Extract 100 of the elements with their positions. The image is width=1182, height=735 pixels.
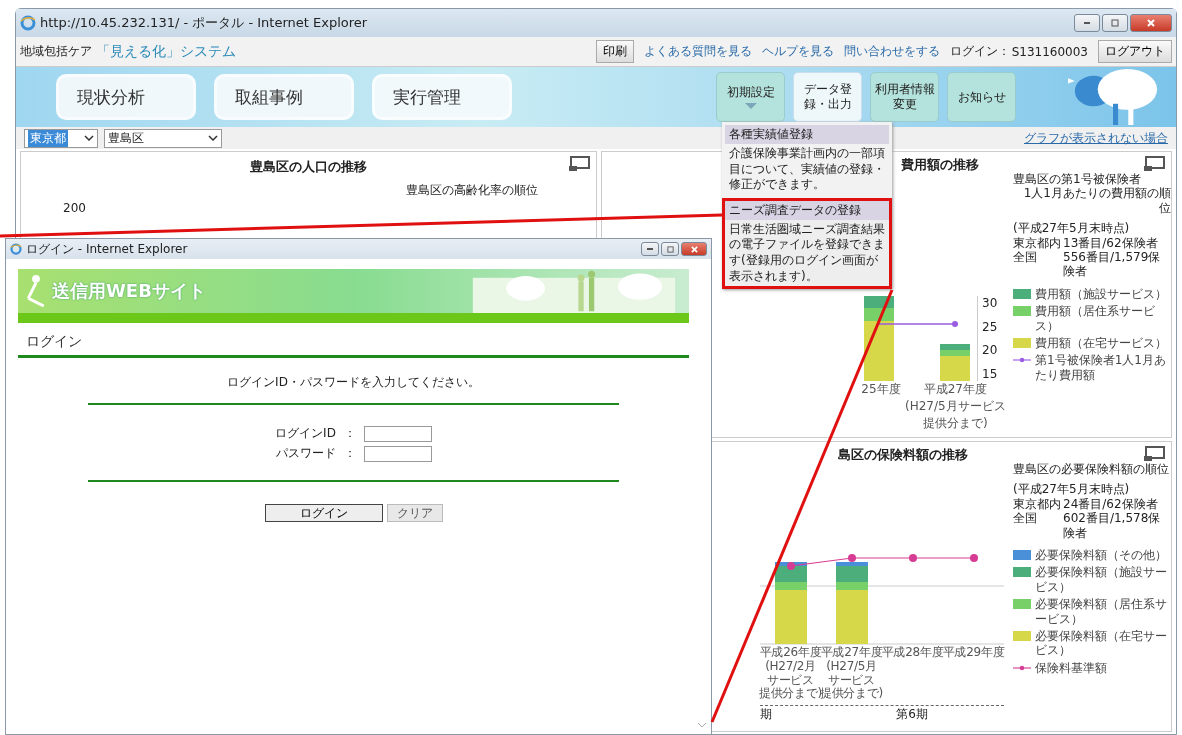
field-separator: ：: [343, 425, 356, 442]
site-logo-icon: [26, 274, 46, 308]
scroll-down-icon: [697, 722, 707, 728]
axis-label: (H27/5月: [826, 659, 877, 674]
period-label: 第6期: [895, 706, 929, 724]
as-of-date: (平成27年5月末時点): [1013, 221, 1131, 236]
legend-label: 必要保険料額（その他）: [1035, 547, 1167, 563]
login-id: S131160003: [1011, 44, 1088, 59]
maximize-button[interactable]: [661, 242, 679, 256]
ranking-title: 豊島区の高齢化率の順位: [406, 182, 539, 199]
browser-logo-icon: [20, 15, 36, 31]
expand-icon[interactable]: [1143, 156, 1165, 172]
legend-label: 第1号被保険者1人1月あたり費用額: [1035, 353, 1167, 383]
data-point: [952, 321, 958, 327]
municipality-select[interactable]: 豊島区: [104, 128, 222, 148]
menu-item[interactable]: 各種実績値登録 介護保険事業計画内の一部項目について、実績値の登録・修正ができます。: [722, 122, 892, 198]
main-nav-button[interactable]: 現状分析: [56, 74, 196, 120]
axis-label: (H27/2月: [765, 659, 816, 674]
axis-label: 提供分まで): [820, 687, 883, 702]
header-link[interactable]: 問い合わせをする: [843, 43, 940, 60]
main-nav-button[interactable]: 実行管理: [372, 74, 512, 120]
legend-label: 必要保険料額（在宅サービス）: [1035, 628, 1168, 658]
header-link[interactable]: よくある質問を見る: [643, 43, 752, 60]
legend-label: 費用額（施設サービス）: [1035, 286, 1167, 302]
form-button[interactable]: ログイン: [264, 504, 383, 522]
axis-label: 平成27年度: [820, 646, 883, 660]
axis-label: サービス: [828, 673, 875, 687]
axis-label: 提供分まで): [923, 415, 988, 432]
chevron-down-icon: [84, 135, 94, 141]
close-button[interactable]: [681, 242, 707, 256]
axis-label: (H27/5月サービス: [905, 398, 1006, 415]
minimize-button[interactable]: [1074, 14, 1100, 32]
period-label: 期: [760, 706, 773, 724]
maximize-icon: [1111, 19, 1119, 27]
minimize-icon: [647, 247, 653, 251]
expand-icon[interactable]: [568, 156, 590, 172]
menu-item[interactable]: ニーズ調査データの登録 日常生活圏域ニーズ調査結果の電子ファイルを登録できます(登録用のログイン画面が表示されます)。: [722, 197, 892, 290]
field-separator: ：: [343, 445, 356, 462]
field-label: パスワード: [275, 445, 336, 462]
axis-label: 平成28年度: [881, 646, 944, 660]
rank-value: 556番目/1,579保険者: [1063, 249, 1162, 279]
legend-label: 必要保険料額（居住系サービス）: [1035, 597, 1168, 626]
instruction-text: ログインID・パスワードを入力してください。: [226, 374, 481, 391]
axis-label: 提供分まで): [759, 687, 822, 702]
menu-item-description: 日常生活圏域ニーズ調査結果の電子ファイルを登録できます(登録用のログイン画面が表示されます)。: [728, 220, 886, 285]
ranking-title: 1人1月あたりの費用額の順位: [1022, 186, 1171, 216]
rank-value: 602番目/1,578保険者: [1063, 511, 1162, 540]
chevron-down-icon: [208, 135, 218, 141]
sub-nav-button[interactable]: 初期設定: [716, 72, 785, 122]
legend-label: 必要保険料額（施設サービス）: [1035, 565, 1168, 595]
ranking-title: 豊島区の第1号被保険者: [1013, 172, 1142, 187]
close-icon: [690, 245, 698, 253]
print-button[interactable]: 印刷: [595, 40, 634, 63]
panel-title: 豊島区の人口の推移: [250, 159, 367, 174]
rank-scope: 東京都内: [1013, 235, 1062, 250]
axis-label: 平成29年度: [942, 646, 1005, 660]
legend-label: 費用額（居住系サービス）: [1035, 304, 1156, 333]
minimize-icon: [1083, 21, 1091, 25]
close-icon: [1147, 19, 1155, 27]
field-label: ログインID: [275, 425, 336, 442]
axis-label: 平成27年度: [923, 381, 987, 398]
data-point: [787, 562, 795, 570]
sub-nav-button[interactable]: 利用者情報変更: [870, 72, 939, 122]
legend-label: 保険料基準額: [1035, 660, 1107, 676]
logout-button[interactable]: ログアウト: [1098, 40, 1172, 63]
caret-icon: [744, 103, 757, 109]
brand-caption: 地域包括ケア: [20, 43, 92, 60]
input-field[interactable]: [363, 445, 432, 462]
expand-icon[interactable]: [1143, 446, 1165, 462]
window-title: ログイン - Internet Explorer: [26, 240, 188, 258]
sub-nav-button[interactable]: データ登録・出力: [793, 72, 862, 122]
main-nav-button[interactable]: 取組事例: [214, 74, 354, 120]
axis-tick-label: 200: [63, 201, 87, 215]
rank-scope: 東京都内: [1013, 496, 1062, 512]
data-point: [848, 554, 856, 562]
sub-nav-button[interactable]: お知らせ: [947, 72, 1016, 122]
input-field[interactable]: [363, 425, 432, 442]
axis-tick-label: 30: [982, 296, 998, 310]
header-link[interactable]: ヘルプを見る: [761, 43, 834, 60]
graph-help-link[interactable]: グラフが表示されない場合: [1024, 129, 1168, 147]
legend-label: 費用額（在宅サービス）: [1035, 335, 1167, 351]
panel-title: 費用額の推移: [901, 156, 979, 174]
system-name: 「見える化」システム: [96, 42, 236, 61]
rank-scope: 全国: [1013, 511, 1038, 528]
minimize-button[interactable]: [641, 242, 659, 256]
close-button[interactable]: [1130, 14, 1172, 32]
form-button[interactable]: クリア: [386, 504, 443, 522]
prefecture-select[interactable]: 東京都: [24, 128, 98, 148]
maximize-button[interactable]: [1102, 14, 1128, 32]
rank-value: 24番目/62保険者: [1063, 496, 1159, 512]
data-point: [970, 554, 978, 562]
login-label: ログイン：: [949, 43, 1010, 60]
page-heading: ログイン: [26, 333, 83, 351]
site-title: 送信用WEBサイト: [52, 279, 206, 303]
rank-value: 13番目/62保険者: [1063, 235, 1159, 250]
maximize-icon: [666, 245, 674, 253]
axis-label: 25年度: [861, 381, 901, 398]
axis-label: 平成26年度: [759, 646, 822, 660]
browser-logo-icon: [10, 243, 22, 255]
axis-tick-label: 15: [982, 366, 998, 381]
